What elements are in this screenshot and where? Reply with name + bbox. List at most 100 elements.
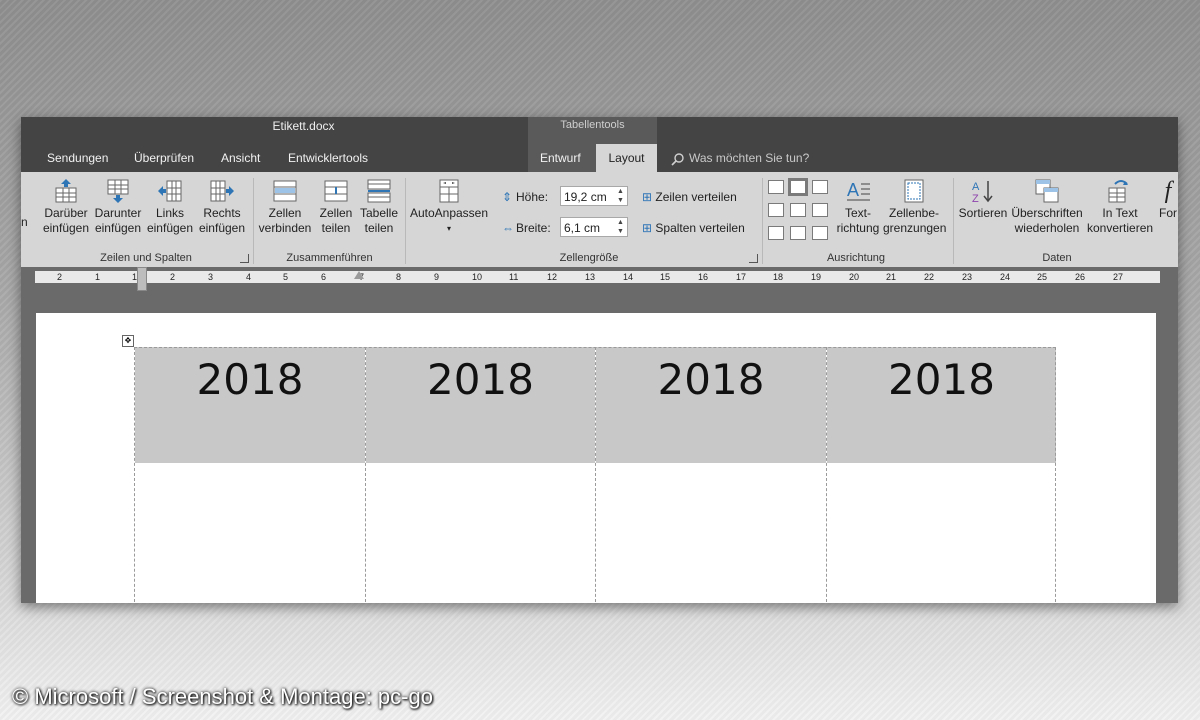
document-title: Etikett.docx [272,119,335,133]
table-move-handle-icon[interactable]: ✥ [122,335,134,347]
ruler-number: 26 [1075,272,1086,282]
group-label-zeilen-spalten: Zeilen und Spalten [100,252,192,264]
distribute-columns-icon: ⊞ [642,221,656,235]
ruler-number: 18 [773,272,784,282]
autofit-button[interactable]: AutoAnpassen ▾ [409,178,489,236]
ruler-number: 6 [321,272,327,282]
group-label-ausrichtung: Ausrichtung [826,252,886,264]
width-input[interactable]: 6,1 cm ▲ ▼ [560,217,628,237]
svg-text:Z: Z [972,193,979,204]
ruler-number: 23 [962,272,973,282]
formula-button[interactable]: f For [1158,178,1178,221]
distribute-columns-button[interactable]: ⊞ Spalten verteilen [642,221,745,235]
ruler-number: 10 [472,272,483,282]
insert-right-icon [210,180,234,202]
table-cell[interactable]: 2018 [365,347,595,603]
ruler-number: 11 [509,272,519,282]
convert-to-text-button[interactable]: In Text konvertieren [1087,178,1153,236]
ruler-number: 25 [1037,272,1048,282]
align-middle-right-icon[interactable] [812,203,828,217]
cell-text: 2018 [196,355,304,404]
group-label-daten: Daten [1042,252,1072,264]
dialog-launcher-icon[interactable] [240,254,249,263]
ruler-number: 1 [95,272,101,282]
ruler-number: 4 [246,272,252,282]
formula-icon: f [1164,178,1172,204]
tell-me-search[interactable]: Was möchten Sie tun? [671,151,809,166]
label-table[interactable]: 2018 2018 2018 2018 [134,347,1056,603]
group-separator [405,178,406,264]
repeat-header-rows-button[interactable]: Überschriften wiederholen [1011,178,1083,236]
ruler-number: 19 [811,272,822,282]
left-indent-marker[interactable] [137,267,147,291]
repeat-header-icon [1035,179,1059,203]
cell-margins-button[interactable]: Zellenbe- grenzungen [883,178,946,236]
tell-me-placeholder: Was möchten Sie tun? [689,151,810,165]
align-middle-left-icon[interactable] [768,203,784,217]
split-table-button[interactable]: Tabelle teilen [357,178,401,236]
align-top-right-icon[interactable] [812,180,828,194]
align-bottom-left-icon[interactable] [768,226,784,240]
insert-right-button[interactable]: Rechts einfügen [197,178,247,236]
table-cell[interactable]: 2018 [134,347,365,603]
ruler-number: 21 [886,272,897,282]
table-border [1055,347,1056,603]
table-border [134,347,1056,348]
cell-text: 2018 [427,355,534,404]
ruler-number: 24 [1000,272,1011,282]
ruler-number: 17 [736,272,747,282]
text-direction-button[interactable]: A Text- richtung [833,178,883,236]
insert-below-icon [107,179,129,203]
distribute-rows-button[interactable]: ⊞ Zeilen verteilen [642,190,737,204]
tab-layout[interactable]: Layout [596,144,657,172]
cell-text: 2018 [657,355,765,404]
tab-ansicht[interactable]: Ansicht [221,151,260,165]
column-marker[interactable] [354,271,364,279]
split-cells-button[interactable]: Zellen teilen [313,178,359,236]
text-direction-icon: A [847,180,870,201]
word-window: Etikett.docx Tabellentools Sendungen Übe… [21,117,1178,603]
group-label-zellengroesse: Zellengröße [559,252,619,264]
align-top-left-icon[interactable] [768,180,784,194]
image-credit: © Microsoft / Screenshot & Montage: pc-g… [12,684,433,709]
insert-above-icon [55,179,77,203]
height-input[interactable]: 19,2 cm ▲ ▼ [560,186,628,206]
width-label: ⇔ Breite: [502,221,551,235]
height-icon: ⇕ [502,190,513,204]
insert-above-button[interactable]: Darüber einfügen [41,178,91,236]
table-cell[interactable]: 2018 [826,347,1056,603]
document-page[interactable]: ✥ 2018 2018 2018 2018 [36,313,1156,603]
insert-below-button[interactable]: Darunter einfügen [93,178,143,236]
insert-left-button[interactable]: Links einfügen [145,178,195,236]
ruler-number: 14 [623,272,634,282]
spin-down-icon[interactable]: ▼ [617,228,625,236]
ruler-number: 2 [57,272,63,282]
cell-margins-icon [904,179,924,203]
spin-down-icon[interactable]: ▼ [617,197,625,205]
group-separator [762,178,763,264]
split-cells-icon [324,180,348,202]
tab-ueberpruefen[interactable]: Überprüfen [134,151,194,165]
width-icon: ⇔ [502,221,514,235]
align-bottom-right-icon[interactable] [812,226,828,240]
group-separator [253,178,254,264]
dialog-launcher-icon[interactable] [749,254,758,263]
tab-entwurf[interactable]: Entwurf [540,151,581,165]
sort-button[interactable]: AZ Sortieren [957,178,1009,221]
horizontal-ruler[interactable]: 2 1 1 2 3 4 5 6 7 8 9 10 11 12 13 14 15 16 17 18 19 20 21 22 23 2… [21,267,1178,291]
cut-off-button[interactable]: n [21,215,28,230]
ruler-number: 5 [283,272,289,282]
table-cell[interactable]: 2018 [595,347,826,603]
align-middle-center-icon[interactable] [790,203,806,217]
align-top-center-icon[interactable] [788,178,808,196]
spin-up-icon[interactable]: ▲ [617,188,625,196]
ruler-number: 8 [396,272,402,282]
merge-cells-button[interactable]: Zellen verbinden [257,178,313,236]
group-separator [953,178,954,264]
align-bottom-center-icon[interactable] [790,226,806,240]
tab-sendungen[interactable]: Sendungen [47,151,108,165]
spin-up-icon[interactable]: ▲ [617,219,625,227]
svg-text:A: A [847,180,859,200]
tab-entwicklertools[interactable]: Entwicklertools [288,151,368,165]
group-label-zusammenfuehren: Zusammenführen [286,252,373,264]
